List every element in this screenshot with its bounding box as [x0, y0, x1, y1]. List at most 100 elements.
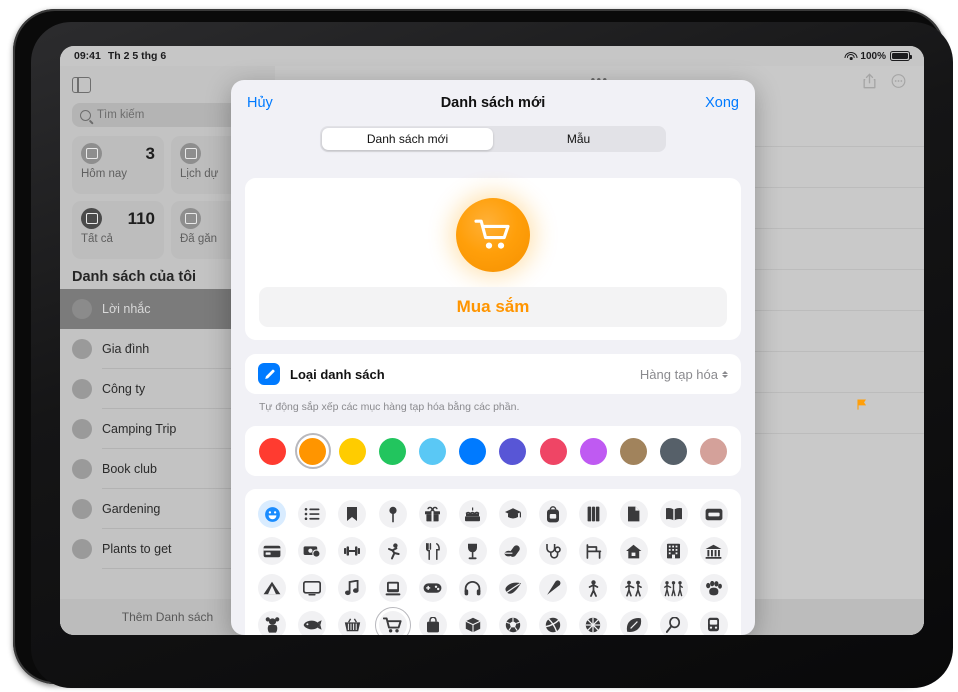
leaf-icon [72, 499, 92, 519]
color-swatch-blue[interactable] [459, 438, 486, 465]
basketball-icon[interactable] [579, 611, 607, 635]
birthday-cake-icon[interactable] [459, 500, 487, 528]
color-swatch-red[interactable] [259, 438, 286, 465]
tile-today-label: Hôm nay [81, 168, 155, 180]
color-swatch-pink[interactable] [540, 438, 567, 465]
paw-icon[interactable] [700, 574, 728, 602]
tile-today[interactable]: 3 Hôm nay [72, 136, 164, 194]
done-button[interactable]: Xong [705, 95, 739, 111]
tab-new-list[interactable]: Danh sách mới [322, 128, 493, 150]
glyph-row [245, 574, 741, 602]
star-icon [72, 379, 92, 399]
cash-icon[interactable] [298, 537, 326, 565]
smiley-icon[interactable] [258, 500, 286, 528]
chair-icon[interactable] [579, 537, 607, 565]
color-swatch-dustyrose[interactable] [700, 438, 727, 465]
stethoscope-icon[interactable] [539, 537, 567, 565]
document-icon[interactable] [620, 500, 648, 528]
list-bullet-icon[interactable] [298, 500, 326, 528]
shopping-cart-icon[interactable] [456, 198, 530, 272]
sidebar-item-label: Công ty [102, 382, 145, 396]
flagged-icon [180, 208, 201, 229]
tile-all[interactable]: 110 Tất cả [72, 201, 164, 259]
list-name-input[interactable]: Mua sắm [259, 287, 727, 327]
backpack-icon[interactable] [539, 500, 567, 528]
open-book-icon[interactable] [660, 500, 688, 528]
person-icon[interactable] [579, 574, 607, 602]
color-swatch-brown[interactable] [620, 438, 647, 465]
tent-icon[interactable] [258, 574, 286, 602]
tent-icon [72, 419, 92, 439]
game-controller-icon[interactable] [419, 574, 447, 602]
tennis-racket-icon[interactable] [660, 611, 688, 635]
tram-icon[interactable] [700, 611, 728, 635]
bookmark-icon [72, 459, 92, 479]
cancel-button[interactable]: Hủy [247, 95, 273, 111]
color-picker [245, 426, 741, 476]
color-swatch-lightblue[interactable] [419, 438, 446, 465]
tray-icon[interactable] [700, 500, 728, 528]
status-bar-right: 100% [845, 51, 910, 62]
color-swatch-green[interactable] [379, 438, 406, 465]
today-calendar-icon [81, 143, 102, 164]
laptop-icon[interactable] [379, 574, 407, 602]
football-icon[interactable] [620, 611, 648, 635]
headphones-icon[interactable] [459, 574, 487, 602]
building-icon[interactable] [660, 537, 688, 565]
status-date: Th 2 5 thg 6 [108, 50, 166, 62]
fish-icon[interactable] [298, 611, 326, 635]
tab-templates[interactable]: Mẫu [493, 128, 664, 150]
glyph-row [245, 537, 741, 565]
share-icon[interactable] [862, 73, 877, 89]
all-inbox-icon [81, 208, 102, 229]
soccer-ball-icon[interactable] [499, 611, 527, 635]
battery-icon [890, 51, 910, 61]
pin-icon[interactable] [379, 500, 407, 528]
list-type-value-group[interactable]: Hàng tạp hóa [640, 367, 728, 382]
tv-icon[interactable] [298, 574, 326, 602]
two-people-icon[interactable] [620, 574, 648, 602]
sidebar-item-label: Gia đình [102, 342, 149, 356]
status-bar: 09:41 Th 2 5 thg 6 100% [60, 46, 924, 66]
wine-glass-icon[interactable] [459, 537, 487, 565]
credit-card-icon[interactable] [258, 537, 286, 565]
graduation-cap-icon[interactable] [499, 500, 527, 528]
books-icon[interactable] [579, 500, 607, 528]
color-swatch-indigo[interactable] [499, 438, 526, 465]
house-icon [72, 339, 92, 359]
bag-icon[interactable] [419, 611, 447, 635]
shopping-cart-icon[interactable] [379, 611, 407, 635]
list-bullet-icon [72, 299, 92, 319]
color-swatch-graphite[interactable] [660, 438, 687, 465]
ball-icon[interactable] [539, 611, 567, 635]
fork-knife-icon[interactable] [419, 537, 447, 565]
carrot-icon[interactable] [539, 574, 567, 602]
leaf-icon[interactable] [499, 574, 527, 602]
dumbbell-icon[interactable] [338, 537, 366, 565]
glyph-picker [245, 489, 741, 635]
music-note-icon[interactable] [338, 574, 366, 602]
list-type-row[interactable]: Loại danh sách Hàng tạp hóa [245, 354, 741, 394]
teddy-bear-icon[interactable] [258, 611, 286, 635]
basket-icon[interactable] [338, 611, 366, 635]
box-icon[interactable] [459, 611, 487, 635]
search-placeholder: Tìm kiếm [97, 109, 144, 121]
bookmark-icon[interactable] [338, 500, 366, 528]
flag-icon [857, 399, 866, 410]
list-type-label: Loại danh sách [290, 367, 630, 382]
gift-icon[interactable] [419, 500, 447, 528]
runner-icon[interactable] [379, 537, 407, 565]
color-swatch-orange[interactable] [299, 438, 326, 465]
bank-icon[interactable] [700, 537, 728, 565]
segmented-control: Danh sách mới Mẫu [320, 126, 666, 152]
list-type-value: Hàng tạp hóa [640, 367, 718, 382]
three-people-icon[interactable] [660, 574, 688, 602]
color-swatch-yellow[interactable] [339, 438, 366, 465]
sidebar-panel-icon[interactable] [72, 77, 91, 93]
house-icon[interactable] [620, 537, 648, 565]
ellipsis-circle-icon[interactable] [891, 73, 906, 89]
color-swatch-purple[interactable] [580, 438, 607, 465]
pills-icon[interactable] [499, 537, 527, 565]
cart-glyph [474, 218, 512, 252]
new-list-modal: Hủy Danh sách mới Xong Danh sách mới Mẫu [231, 80, 755, 635]
